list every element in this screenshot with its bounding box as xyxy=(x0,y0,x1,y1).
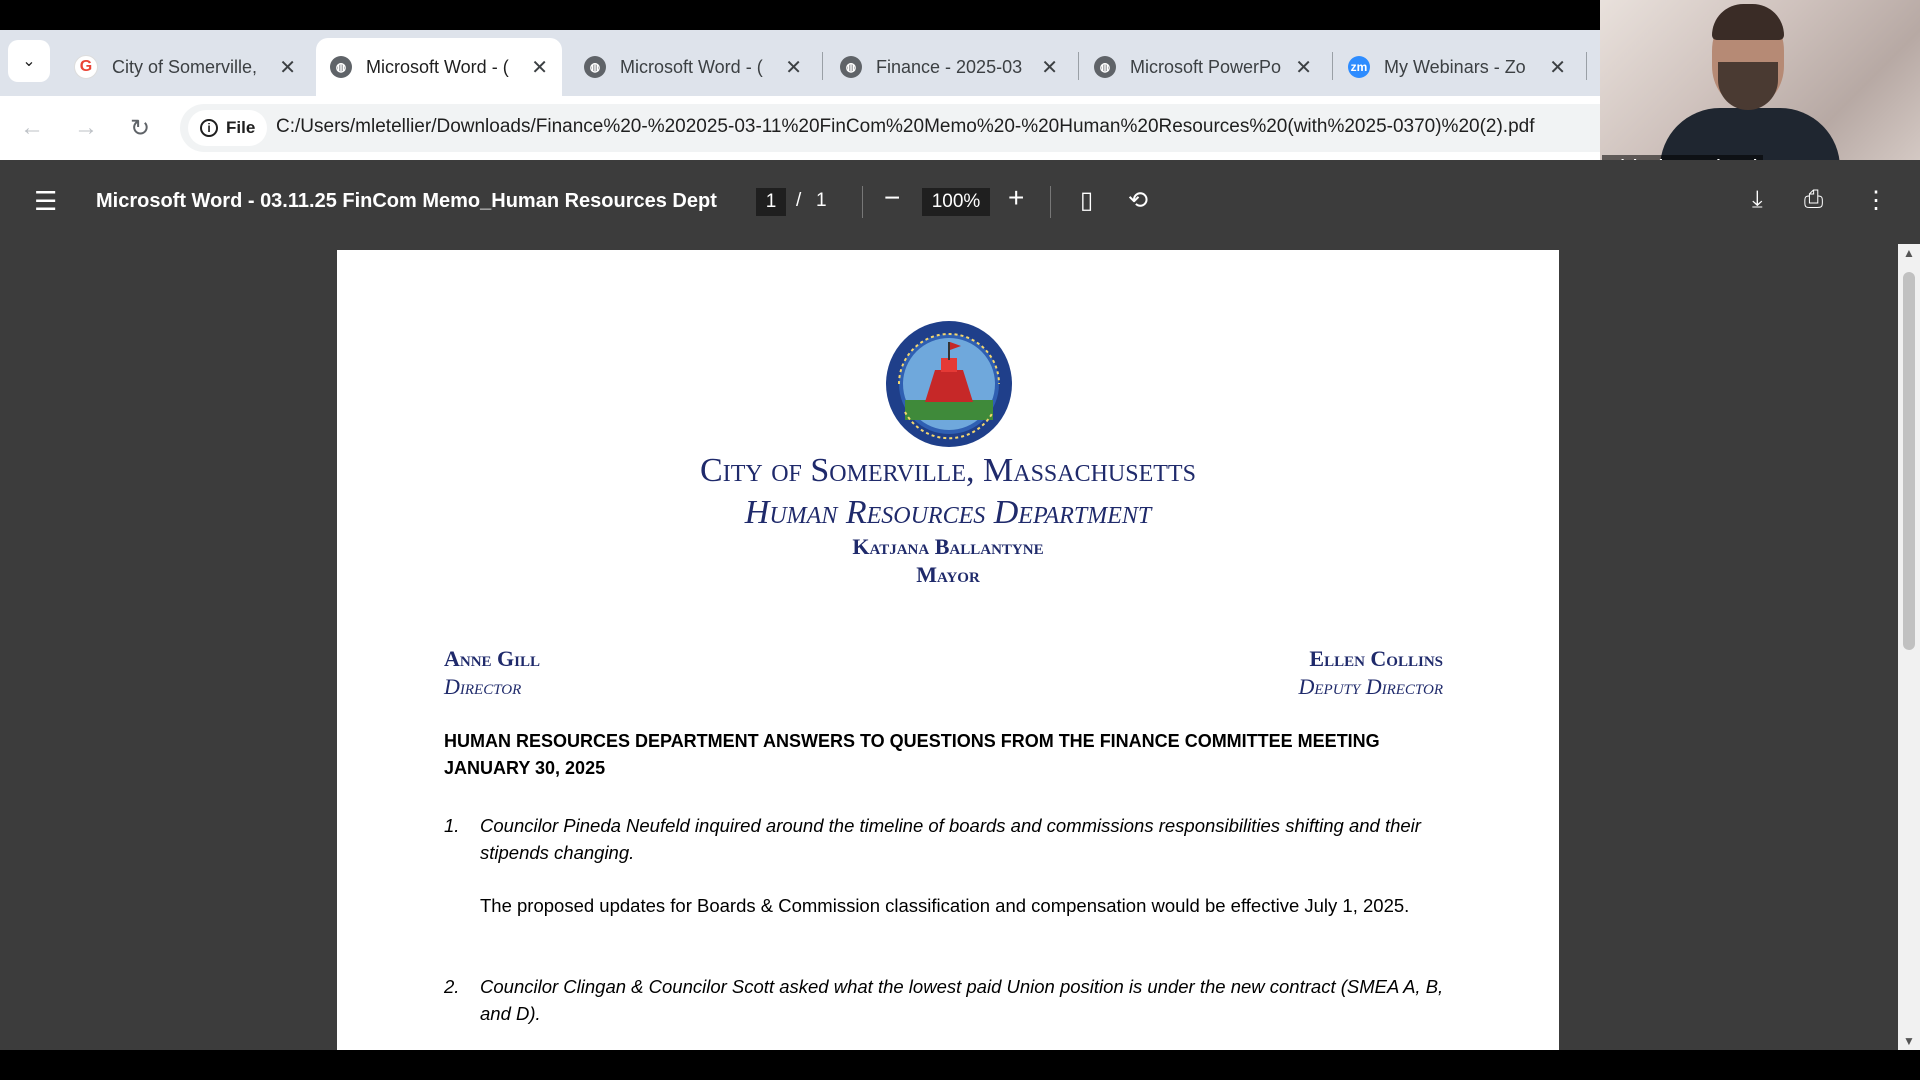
tab-finance[interactable]: ◍ Finance - 2025-03 ✕ xyxy=(826,38,1072,96)
browser-toolbar: ← → ↻ i File C:/Users/mletellier/Downloa… xyxy=(0,96,1600,160)
city-seal-logo xyxy=(886,321,1012,447)
participant-beard xyxy=(1718,62,1778,110)
close-icon[interactable]: ✕ xyxy=(785,55,802,80)
site-chip-label: File xyxy=(226,118,256,137)
page-separator: / xyxy=(796,190,802,211)
director-name: Anne Gill xyxy=(444,646,541,671)
pdf-page: City of Somerville, Massachusetts Human … xyxy=(337,250,1559,1050)
url-text[interactable]: C:/Users/mletellier/Downloads/Finance%20… xyxy=(276,116,1535,138)
tab-separator xyxy=(1332,52,1333,80)
mayor-title: Mayor xyxy=(916,562,980,587)
globe-icon: ◍ xyxy=(1094,56,1116,78)
download-icon[interactable]: ⤓ xyxy=(1752,186,1763,214)
tab-separator xyxy=(822,52,823,80)
tab-strip: ⌄ G City of Somerville, ✕ ◍ Microsoft Wo… xyxy=(0,30,1600,96)
globe-icon: ◍ xyxy=(840,56,862,78)
item-number: 2. xyxy=(444,976,460,997)
zoom-in-icon[interactable]: + xyxy=(1008,182,1024,214)
total-pages: 1 xyxy=(816,190,827,211)
tab-title: Finance - 2025-03 xyxy=(876,56,1023,77)
vertical-scrollbar[interactable]: ▲ ▼ xyxy=(1898,244,1920,1050)
tab-title: City of Somerville, xyxy=(112,56,258,77)
scroll-up-icon[interactable]: ▲ xyxy=(1903,246,1915,260)
close-icon[interactable]: ✕ xyxy=(279,55,296,80)
item-answer: The proposed updates for Boards & Commis… xyxy=(480,895,1410,916)
list-item: 1. Councilor Pineda Neufeld inquired aro… xyxy=(444,812,1464,919)
fit-page-icon[interactable]: ▯ xyxy=(1080,186,1093,215)
arrow-left-icon: ← xyxy=(20,114,44,141)
page-number-input[interactable]: 1 xyxy=(756,188,786,216)
google-icon: G xyxy=(74,55,98,79)
tab-microsoft-word[interactable]: ◍ Microsoft Word - ( ✕ xyxy=(570,38,816,96)
tab-separator xyxy=(1078,52,1079,80)
item-question: Councilor Pineda Neufeld inquired around… xyxy=(480,815,1421,863)
participant-hair xyxy=(1712,4,1784,40)
site-info-chip[interactable]: i File xyxy=(188,110,268,146)
document-title: Microsoft Word - 03.11.25 FinCom Memo_Hu… xyxy=(96,190,717,212)
close-icon[interactable]: ✕ xyxy=(531,55,548,80)
toolbar-divider xyxy=(1050,186,1051,218)
zoom-level-input[interactable]: 100% xyxy=(922,188,990,216)
deputy-director-name: Ellen Collins xyxy=(1309,646,1443,671)
rotate-icon[interactable]: ⟲ xyxy=(1128,186,1148,215)
tab-my-webinars[interactable]: zm My Webinars - Zo ✕ xyxy=(1334,38,1580,96)
tab-search-button[interactable]: ⌄ xyxy=(8,40,50,82)
department-heading: Human Resources Department xyxy=(744,494,1152,531)
list-item: 2. Councilor Clingan & Councilor Scott a… xyxy=(444,973,1464,1027)
director-signature-block: Anne Gill Director xyxy=(444,646,540,700)
forward-button[interactable]: → xyxy=(68,110,104,146)
globe-icon: ◍ xyxy=(330,56,352,78)
zoom-out-icon[interactable]: − xyxy=(884,182,900,214)
city-heading: City of Somerville, Massachusetts xyxy=(700,452,1196,489)
zoom-icon: zm xyxy=(1348,56,1370,78)
arrow-right-icon: → xyxy=(74,114,98,141)
tab-title: Microsoft PowerPo xyxy=(1130,56,1282,77)
tab-title: Microsoft Word - ( xyxy=(620,56,763,77)
chevron-down-icon: ⌄ xyxy=(22,53,36,70)
menu-icon[interactable]: ☰ xyxy=(34,186,57,217)
tab-title: My Webinars - Zo xyxy=(1384,56,1526,77)
tab-microsoft-word-active[interactable]: ◍ Microsoft Word - ( ✕ xyxy=(316,38,562,96)
video-thumbnail: Michael Mastrobuoni xyxy=(1600,0,1920,180)
mayor-name: Katjana Ballantyne xyxy=(852,534,1044,559)
more-options-icon[interactable]: ⋮ xyxy=(1864,186,1888,215)
close-icon[interactable]: ✕ xyxy=(1549,55,1566,80)
back-button[interactable]: ← xyxy=(14,110,50,146)
globe-icon: ◍ xyxy=(584,56,606,78)
bottom-bar xyxy=(0,1050,1920,1080)
print-icon[interactable]: ⎙ xyxy=(1804,186,1823,214)
tab-city-of-somerville[interactable]: G City of Somerville, ✕ xyxy=(60,38,310,96)
info-icon: i xyxy=(200,119,218,137)
close-icon[interactable]: ✕ xyxy=(1295,55,1312,80)
tab-title: Microsoft Word - ( xyxy=(366,56,509,77)
scroll-down-icon[interactable]: ▼ xyxy=(1903,1034,1915,1048)
reload-button[interactable]: ↻ xyxy=(122,110,158,146)
pdf-toolbar: ☰ Microsoft Word - 03.11.25 FinCom Memo_… xyxy=(0,160,1920,244)
close-icon[interactable]: ✕ xyxy=(1041,55,1058,80)
memo-heading: HUMAN RESOURCES DEPARTMENT ANSWERS TO QU… xyxy=(444,731,1380,778)
address-bar[interactable]: i File C:/Users/mletellier/Downloads/Fin… xyxy=(180,104,1600,152)
deputy-director-title: Deputy Director xyxy=(1298,674,1443,699)
toolbar-divider xyxy=(862,186,863,218)
tab-separator xyxy=(1586,52,1587,80)
reload-icon: ↻ xyxy=(129,114,151,142)
item-number: 1. xyxy=(444,815,460,836)
scrollbar-thumb[interactable] xyxy=(1903,272,1915,650)
tab-microsoft-powerpoint[interactable]: ◍ Microsoft PowerPo ✕ xyxy=(1080,38,1326,96)
pdf-viewer: City of Somerville, Massachusetts Human … xyxy=(0,244,1920,1050)
deputy-director-signature-block: Ellen Collins Deputy Director xyxy=(1298,646,1443,700)
item-question: Councilor Clingan & Councilor Scott aske… xyxy=(480,976,1444,1024)
director-title: Director xyxy=(444,674,522,699)
